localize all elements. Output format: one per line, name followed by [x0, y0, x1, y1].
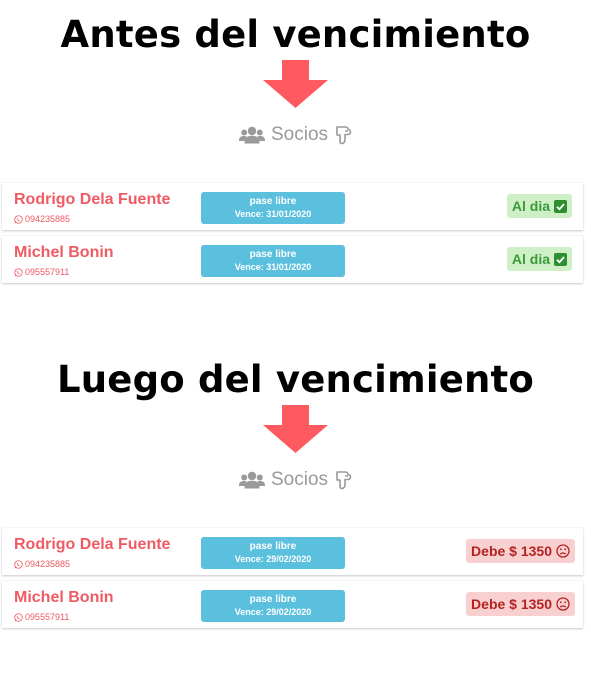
member-phone-number: 095557911	[25, 267, 70, 277]
plan-name: pase libre	[249, 249, 297, 260]
member-phone-number: 094235885	[25, 559, 71, 569]
plan-expiry: Vence: 29/02/2020	[234, 607, 312, 617]
down-arrow-icon	[263, 405, 328, 453]
members-list-header: Socios	[0, 123, 591, 147]
plan-badge: pase libre Vence: 29/02/2020	[201, 537, 345, 569]
status-text: Al dia	[511, 198, 550, 214]
plan-expiry: Vence: 31/01/2020	[234, 262, 312, 272]
plan-expiry: Vence: 29/02/2020	[234, 554, 312, 564]
plan-name: pase libre	[249, 541, 297, 552]
plan-name: pase libre	[249, 196, 297, 207]
frown-icon	[556, 597, 570, 611]
frown-icon	[556, 544, 570, 558]
check-square-icon	[554, 252, 567, 266]
member-card[interactable]: Michel Bonin 095557911 pase libre Vence:…	[2, 581, 583, 628]
plan-badge: pase libre Vence: 29/02/2020	[201, 590, 345, 622]
section-heading: Luego del vencimiento	[56, 358, 535, 401]
member-name[interactable]: Michel Bonin	[14, 244, 114, 262]
sort-hand-icon[interactable]	[334, 125, 352, 145]
whatsapp-icon	[14, 267, 23, 277]
member-name[interactable]: Rodrigo Dela Fuente	[14, 536, 170, 554]
status-badge: Debe $ 1350	[466, 539, 575, 563]
comparison-page: Antes del vencimiento Socios Rodrigo Del…	[0, 0, 591, 674]
status-badge: Debe $ 1350	[466, 592, 575, 616]
sort-hand-icon[interactable]	[334, 470, 352, 490]
status-text: Debe $ 1350	[471, 543, 552, 559]
plan-badge: pase libre Vence: 31/01/2020	[201, 245, 345, 277]
members-list-title: Socios	[270, 469, 329, 490]
status-badge: Al dia	[506, 194, 572, 218]
members-list-title: Socios	[270, 124, 329, 145]
member-name[interactable]: Michel Bonin	[14, 589, 114, 607]
whatsapp-icon	[14, 612, 23, 622]
member-card[interactable]: Michel Bonin 095557911 pase libre Vence:…	[2, 236, 583, 283]
status-text: Al dia	[511, 251, 550, 267]
member-phone[interactable]: 095557911	[14, 267, 69, 277]
down-arrow-icon	[263, 60, 328, 108]
section-heading: Antes del vencimiento	[60, 13, 531, 56]
plan-expiry: Vence: 31/01/2020	[234, 209, 312, 219]
member-phone-number: 095557911	[25, 612, 70, 622]
member-phone[interactable]: 095557911	[14, 612, 69, 622]
whatsapp-icon	[14, 214, 23, 224]
member-card[interactable]: Rodrigo Dela Fuente 094235885 pase libre…	[2, 183, 583, 230]
plan-name: pase libre	[249, 594, 297, 605]
members-list-header: Socios	[0, 468, 591, 492]
member-phone[interactable]: 094235885	[14, 559, 70, 569]
whatsapp-icon	[14, 559, 23, 569]
users-icon	[238, 126, 265, 144]
member-card[interactable]: Rodrigo Dela Fuente 094235885 pase libre…	[2, 528, 583, 575]
status-text: Debe $ 1350	[471, 596, 552, 612]
member-name[interactable]: Rodrigo Dela Fuente	[14, 191, 170, 209]
users-icon	[238, 471, 265, 489]
check-square-icon	[554, 199, 567, 213]
member-phone-number: 094235885	[25, 214, 71, 224]
member-phone[interactable]: 094235885	[14, 214, 70, 224]
plan-badge: pase libre Vence: 31/01/2020	[201, 192, 345, 224]
status-badge: Al dia	[506, 247, 572, 271]
